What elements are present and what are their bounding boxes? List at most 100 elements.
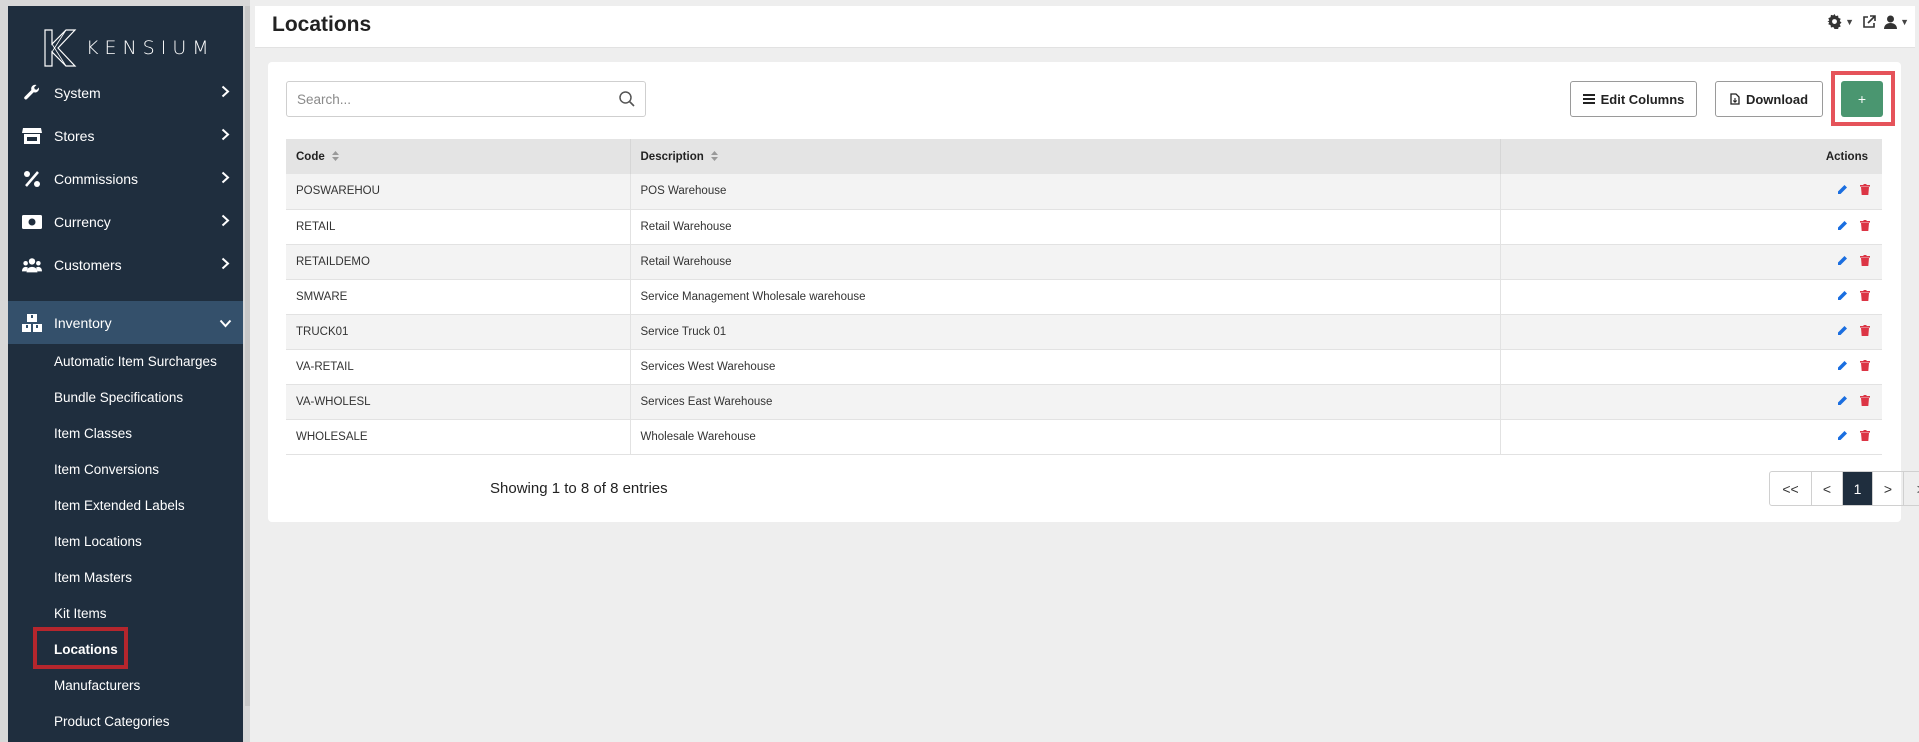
cell-code: VA-RETAIL: [286, 349, 631, 385]
entries-info: Showing 1 to 8 of 8 entries: [490, 480, 668, 497]
cell-actions: [1500, 419, 1882, 455]
sidebar-subitem[interactable]: Item Extended Labels: [54, 492, 185, 518]
trash-icon[interactable]: [1860, 184, 1870, 196]
cell-actions: [1500, 384, 1882, 420]
page-current-button[interactable]: 1: [1843, 472, 1873, 505]
table-row: TRUCK01 Service Truck 01: [286, 314, 1882, 350]
cell-code: VA-WHOLESL: [286, 384, 631, 420]
boxes-icon: [22, 313, 42, 333]
edit-columns-button[interactable]: Edit Columns: [1570, 81, 1697, 117]
file-download-icon: [1730, 93, 1740, 105]
search-input[interactable]: [297, 83, 617, 115]
cell-actions: [1500, 209, 1882, 245]
sidebar-item-stores[interactable]: Stores: [8, 116, 243, 156]
column-header-description[interactable]: Description: [630, 139, 1501, 174]
cell-description: Services East Warehouse: [630, 384, 1501, 420]
sidebar-subitem[interactable]: Bundle Specifications: [54, 384, 183, 410]
edit-icon[interactable]: [1837, 325, 1848, 336]
locations-table: Code Description Actions POSWAREHOU POS W…: [286, 139, 1882, 455]
settings-menu[interactable]: ▼: [1827, 14, 1854, 29]
kensium-logo-icon: [44, 29, 77, 67]
user-menu[interactable]: ▼: [1884, 15, 1909, 29]
column-header-code[interactable]: Code: [286, 139, 631, 174]
table-row: RETAILDEMO Retail Warehouse: [286, 244, 1882, 280]
edit-icon[interactable]: [1837, 290, 1848, 301]
sidebar-subitem[interactable]: Item Conversions: [54, 456, 159, 482]
table-row: WHOLESALE Wholesale Warehouse: [286, 419, 1882, 455]
cell-code: POSWAREHOU: [286, 174, 631, 210]
page-first-button[interactable]: <<: [1770, 472, 1812, 505]
sidebar-subitem[interactable]: Item Locations: [54, 528, 142, 554]
page-title: Locations: [272, 13, 372, 36]
trash-icon[interactable]: [1860, 254, 1870, 266]
sort-icon: [710, 151, 718, 162]
caret-down-icon: ▼: [1845, 16, 1855, 27]
cell-description: Services West Warehouse: [630, 349, 1501, 385]
cell-description: Retail Warehouse: [630, 244, 1501, 280]
sidebar-scrollbar[interactable]: [245, 6, 250, 706]
sidebar-subitem[interactable]: Product Categories: [54, 708, 170, 734]
cell-code: RETAIL: [286, 209, 631, 245]
chevron-down-icon: [215, 315, 235, 331]
trash-icon[interactable]: [1860, 429, 1870, 441]
trash-icon[interactable]: [1860, 289, 1870, 301]
edit-icon[interactable]: [1837, 220, 1848, 231]
table-row: VA-WHOLESL Services East Warehouse: [286, 384, 1882, 420]
add-location-button[interactable]: +: [1841, 81, 1883, 117]
page-prev-button[interactable]: <: [1812, 472, 1843, 505]
cell-code: RETAILDEMO: [286, 244, 631, 280]
chevron-right-icon: [215, 214, 235, 230]
chevron-right-icon: [215, 257, 235, 273]
sidebar-item-label: Stores: [54, 128, 95, 144]
sidebar-item-customers[interactable]: Customers: [8, 245, 243, 285]
edit-icon[interactable]: [1837, 395, 1848, 406]
trash-icon[interactable]: [1860, 359, 1870, 371]
page-last-button[interactable]: >>: [1904, 472, 1919, 505]
page-next-button[interactable]: >: [1873, 472, 1904, 505]
sidebar-item-commissions[interactable]: Commissions: [8, 159, 243, 199]
money-icon: [22, 212, 42, 232]
sidebar-subitem[interactable]: Manufacturers: [54, 672, 140, 698]
sidebar-item-system[interactable]: System: [8, 73, 243, 113]
sidebar-subitem[interactable]: Kit Items: [54, 600, 107, 626]
top-bar: Locations ▼ ▼: [255, 6, 1915, 48]
trash-icon[interactable]: [1860, 219, 1870, 231]
cell-description: POS Warehouse: [630, 174, 1501, 210]
highlight-box-locations: [33, 627, 128, 669]
cell-actions: [1500, 174, 1882, 210]
download-button[interactable]: Download: [1715, 81, 1823, 117]
table-row: RETAIL Retail Warehouse: [286, 209, 1882, 245]
trash-icon[interactable]: [1860, 394, 1870, 406]
edit-icon[interactable]: [1837, 430, 1848, 441]
user-icon: [1884, 15, 1898, 29]
column-header-label: Code: [296, 150, 325, 163]
chevron-right-icon: [215, 85, 235, 101]
search-icon[interactable]: [617, 89, 637, 109]
pagination: << < 1 > >>: [1769, 471, 1919, 506]
edit-icon[interactable]: [1837, 360, 1848, 371]
trash-icon[interactable]: [1860, 324, 1870, 336]
column-header-actions: Actions: [1500, 139, 1882, 174]
cell-code: SMWARE: [286, 279, 631, 315]
sidebar-item-inventory[interactable]: Inventory: [8, 301, 243, 344]
external-link-button[interactable]: [1862, 14, 1876, 29]
cell-description: Service Management Wholesale warehouse: [630, 279, 1501, 315]
wrench-icon: [22, 83, 42, 103]
chevron-right-icon: [215, 128, 235, 144]
table-row: POSWAREHOU POS Warehouse: [286, 174, 1882, 210]
edit-icon[interactable]: [1837, 255, 1848, 266]
table-row: SMWARE Service Management Wholesale wareh…: [286, 279, 1882, 315]
table-header-row: Code Description Actions: [286, 139, 1882, 174]
table-row: VA-RETAIL Services West Warehouse: [286, 349, 1882, 385]
sidebar-item-currency[interactable]: Currency: [8, 202, 243, 242]
edit-icon[interactable]: [1837, 184, 1848, 195]
sidebar-item-label: Commissions: [54, 171, 139, 187]
logo[interactable]: KENSIUM: [42, 28, 215, 68]
sidebar-subitem[interactable]: Item Classes: [54, 420, 132, 446]
sidebar-subitem[interactable]: Automatic Item Surcharges: [54, 348, 217, 374]
cell-actions: [1500, 244, 1882, 280]
column-header-label: Description: [640, 150, 704, 163]
cell-code: TRUCK01: [286, 314, 631, 350]
cell-description: Wholesale Warehouse: [630, 419, 1501, 455]
sidebar-subitem[interactable]: Item Masters: [54, 564, 132, 590]
